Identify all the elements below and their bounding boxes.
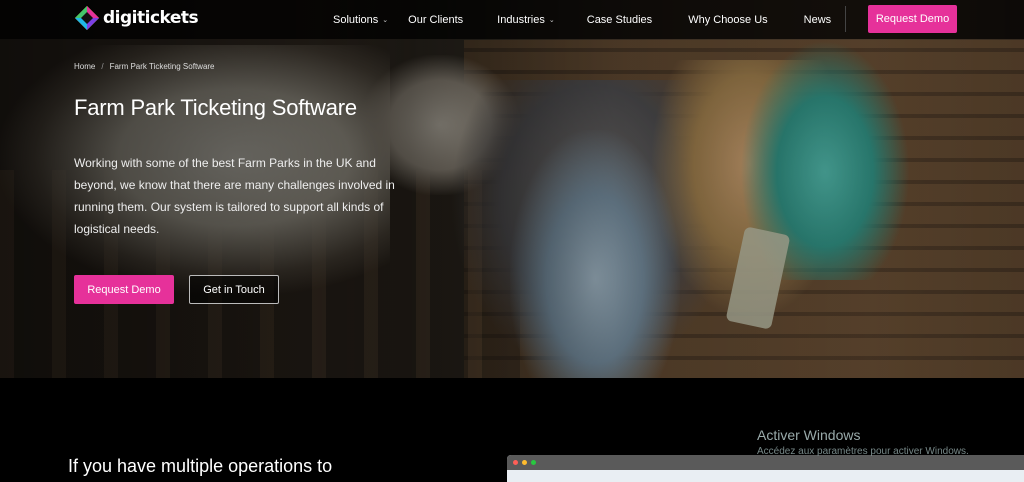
maximize-dot-icon: [531, 460, 536, 465]
nav-item-label: Solutions: [333, 13, 379, 26]
main-menu: Solutions ⌄ Our Clients Industries ⌄ Cas…: [333, 0, 831, 39]
minimize-dot-icon: [522, 460, 527, 465]
chevron-down-icon: ⌄: [382, 16, 389, 24]
nav-item-case-studies[interactable]: Case Studies: [587, 14, 652, 26]
nav-item-label: Industries: [497, 13, 545, 26]
logo-link[interactable]: digitickets: [74, 5, 199, 31]
watermark-title: Activer Windows: [757, 427, 861, 443]
breadcrumb-current: Farm Park Ticketing Software: [109, 62, 215, 71]
nav-item-news[interactable]: News: [804, 14, 832, 26]
breadcrumb-separator: /: [101, 62, 104, 71]
close-dot-icon: [513, 460, 518, 465]
nav-item-why-choose-us[interactable]: Why Choose Us: [688, 14, 767, 26]
hero-description: Working with some of the best Farm Parks…: [74, 156, 395, 236]
nav-item-solutions[interactable]: Solutions ⌄: [333, 14, 388, 26]
nav-item-label: Why Choose Us: [688, 13, 768, 26]
nav-item-label: Case Studies: [586, 13, 653, 26]
watermark-subtitle: Accédez aux paramètres pour activer Wind…: [757, 446, 969, 457]
nav-item-label: News: [803, 13, 832, 26]
hero-request-demo-button[interactable]: Request Demo: [74, 275, 174, 304]
get-in-touch-button[interactable]: Get in Touch: [189, 275, 279, 304]
app-screenshot-preview: [507, 455, 1024, 482]
request-demo-button[interactable]: Request Demo: [868, 5, 957, 33]
page-title: Farm Park Ticketing Software: [74, 95, 357, 120]
breadcrumb-home[interactable]: Home: [74, 62, 95, 71]
section-heading: If you have multiple operations to: [68, 456, 333, 476]
chevron-down-icon: ⌄: [548, 16, 555, 24]
windows-activation-watermark: Activer Windows Accédez aux paramètres p…: [757, 427, 969, 457]
brand-name: digitickets: [103, 8, 199, 28]
nav-item-our-clients[interactable]: Our Clients: [408, 14, 463, 26]
nav-item-label: Our Clients: [408, 13, 464, 26]
nav-divider: [845, 6, 846, 32]
window-titlebar: [507, 455, 1024, 470]
top-nav: digitickets Solutions ⌄ Our Clients Indu…: [0, 0, 1024, 39]
nav-item-industries[interactable]: Industries ⌄: [497, 14, 555, 26]
breadcrumb: Home / Farm Park Ticketing Software: [74, 62, 215, 71]
logo-icon: [74, 5, 100, 31]
